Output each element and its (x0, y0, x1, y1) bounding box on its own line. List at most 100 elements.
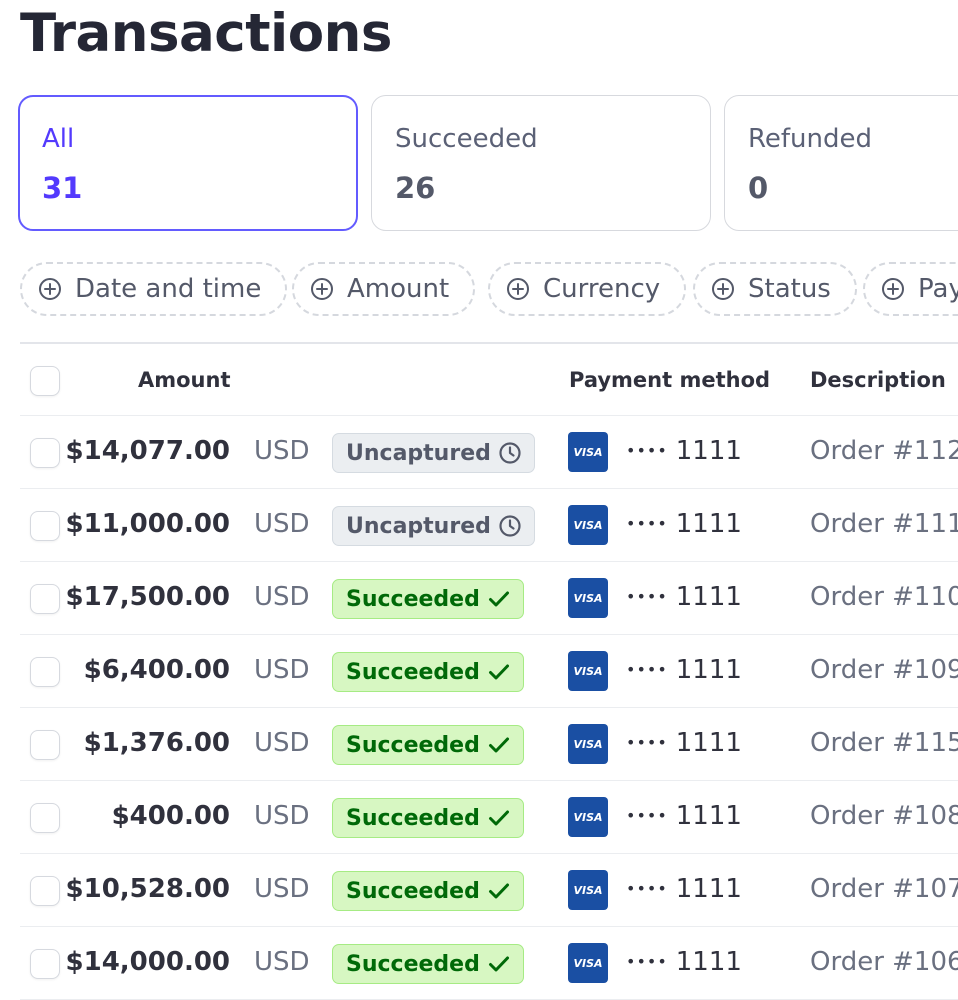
row-checkbox[interactable] (30, 803, 60, 833)
row-checkbox[interactable] (30, 438, 60, 468)
filter-amount[interactable]: Amount (292, 262, 476, 316)
card-mask: •••• (626, 733, 668, 752)
card-number: •••• 1111 (626, 874, 742, 904)
filter-label: Pay (918, 274, 958, 304)
card-last4: 1111 (675, 874, 742, 904)
card-last4: 1111 (675, 655, 742, 685)
card-last4: 1111 (675, 509, 742, 539)
status-badge-label: Uncaptured (346, 513, 491, 539)
status-badge-label: Succeeded (346, 951, 480, 977)
amount-cell: $14,000.00 (65, 947, 230, 977)
amount-cell: $11,000.00 (65, 509, 230, 539)
summary-card-count: 31 (42, 171, 83, 205)
table-body: $14,077.00 USD Uncaptured VISA •••• 1111 … (20, 416, 958, 1000)
description-cell: Order #112 (810, 436, 958, 466)
filter-currency[interactable]: Currency (488, 262, 687, 316)
currency-cell: USD (254, 582, 310, 612)
visa-card-icon: VISA (568, 724, 608, 764)
column-header-description[interactable]: Description (810, 368, 946, 392)
summary-card-count: 0 (748, 171, 769, 205)
row-checkbox[interactable] (30, 876, 60, 906)
filter-status[interactable]: Status (693, 262, 857, 316)
row-checkbox[interactable] (30, 511, 60, 541)
row-checkbox[interactable] (30, 657, 60, 687)
summary-card-count: 26 (395, 171, 436, 205)
filter-date-and-time[interactable]: Date and time (20, 262, 288, 316)
currency-cell: USD (254, 655, 310, 685)
page-title: Transactions (20, 3, 392, 64)
card-last4: 1111 (675, 582, 742, 612)
table-row[interactable]: $17,500.00 USD Succeeded VISA •••• 1111 O… (20, 562, 958, 635)
status-badge: Succeeded (332, 652, 524, 692)
check-icon (488, 883, 509, 899)
visa-card-icon: VISA (568, 578, 608, 618)
filter-payment-method[interactable]: Pay (863, 262, 958, 316)
clock-icon (499, 442, 521, 464)
status-badge: Uncaptured (332, 506, 535, 546)
check-icon (488, 737, 509, 753)
column-header-amount[interactable]: Amount (138, 368, 231, 392)
check-icon (488, 810, 509, 826)
row-checkbox[interactable] (30, 949, 60, 979)
filter-label: Status (748, 274, 831, 304)
check-icon (488, 664, 509, 680)
status-badge-label: Succeeded (346, 878, 480, 904)
table-row[interactable]: $11,000.00 USD Uncaptured VISA •••• 1111 … (20, 489, 958, 562)
table-row[interactable]: $10,528.00 USD Succeeded VISA •••• 1111 O… (20, 854, 958, 927)
check-icon (488, 956, 509, 972)
table-row[interactable]: $1,376.00 USD Succeeded VISA •••• 1111 Or… (20, 708, 958, 781)
card-brand-label: VISA (573, 883, 603, 897)
card-mask: •••• (626, 952, 668, 971)
summary-card-all[interactable]: All 31 (18, 95, 358, 231)
card-mask: •••• (626, 660, 668, 679)
card-last4: 1111 (675, 801, 742, 831)
card-brand-label: VISA (573, 737, 603, 751)
summary-card-refunded[interactable]: Refunded 0 (724, 95, 958, 231)
card-number: •••• 1111 (626, 655, 742, 685)
amount-cell: $1,376.00 (83, 728, 230, 758)
plus-circle-icon (39, 278, 61, 300)
card-mask: •••• (626, 879, 668, 898)
status-badge: Succeeded (332, 579, 524, 619)
card-mask: •••• (626, 441, 668, 460)
table-header: Amount Payment method Description (20, 344, 958, 416)
table-row[interactable]: $14,000.00 USD Succeeded VISA •••• 1111 O… (20, 927, 958, 1000)
select-all-checkbox[interactable] (30, 366, 60, 396)
card-brand-label: VISA (573, 664, 603, 678)
plus-circle-icon (507, 278, 529, 300)
currency-cell: USD (254, 728, 310, 758)
currency-cell: USD (254, 947, 310, 977)
status-badge-label: Succeeded (346, 586, 480, 612)
status-badge-label: Succeeded (346, 659, 480, 685)
card-last4: 1111 (675, 436, 742, 466)
description-cell: Order #109 (810, 655, 958, 685)
table-row[interactable]: $14,077.00 USD Uncaptured VISA •••• 1111 … (20, 416, 958, 489)
currency-cell: USD (254, 509, 310, 539)
card-brand-label: VISA (573, 591, 603, 605)
table-row[interactable]: $6,400.00 USD Succeeded VISA •••• 1111 Or… (20, 635, 958, 708)
card-mask: •••• (626, 806, 668, 825)
table-row[interactable]: $400.00 USD Succeeded VISA •••• 1111 Orde… (20, 781, 958, 854)
summary-card-succeeded[interactable]: Succeeded 26 (371, 95, 711, 231)
description-cell: Order #108 (810, 801, 958, 831)
filter-bar: Date and time Amount Currency Status Pay (20, 262, 958, 320)
card-mask: •••• (626, 514, 668, 533)
description-cell: Order #110 (810, 582, 958, 612)
summary-card-label: Refunded (748, 124, 873, 154)
filter-label: Currency (543, 274, 661, 304)
check-icon (488, 591, 509, 607)
currency-cell: USD (254, 801, 310, 831)
column-header-payment-method[interactable]: Payment method (569, 368, 770, 392)
description-cell: Order #106 (810, 947, 958, 977)
card-number: •••• 1111 (626, 728, 742, 758)
status-badge: Succeeded (332, 944, 524, 984)
visa-card-icon: VISA (568, 432, 608, 472)
card-brand-label: VISA (573, 518, 603, 532)
row-checkbox[interactable] (30, 730, 60, 760)
status-badge: Uncaptured (332, 433, 535, 473)
row-checkbox[interactable] (30, 584, 60, 614)
status-badge: Succeeded (332, 871, 524, 911)
amount-cell: $17,500.00 (65, 582, 230, 612)
amount-cell: $6,400.00 (83, 655, 230, 685)
description-cell: Order #111 (810, 509, 958, 539)
